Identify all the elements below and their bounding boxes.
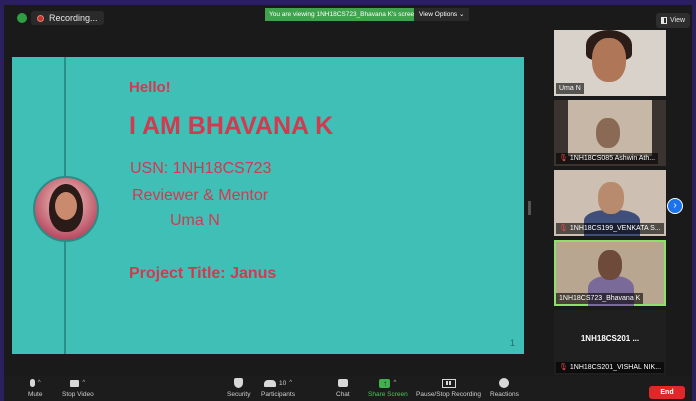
- share-screen-label: Share Screen: [368, 391, 408, 398]
- photo-face: [55, 192, 77, 220]
- meeting-toolbar: ^ Mute ^ Stop Video Security 10 ^ Partici…: [4, 376, 692, 401]
- participants-button[interactable]: 10 ^ Participants: [261, 377, 295, 401]
- chat-label: Chat: [336, 391, 350, 398]
- pause-stop-recording-label: Pause/Stop Recording: [416, 391, 482, 398]
- participant-name: 1NH18CS199_VENKATA S...: [569, 225, 661, 232]
- stop-video-button[interactable]: ^ Stop Video: [62, 377, 94, 401]
- shared-screen-slide: Hello! I AM BHAVANA K USN: 1NH18CS723 Re…: [12, 57, 524, 354]
- share-screen-icon: ↑: [379, 378, 391, 388]
- participant-name: Uma N: [559, 85, 581, 92]
- next-page-arrow-icon[interactable]: ›: [667, 198, 683, 214]
- encryption-shield-icon[interactable]: [17, 13, 27, 23]
- participant-name-label: Uma N: [556, 83, 584, 94]
- mic-muted-icon: 🎙: [559, 364, 568, 371]
- microphone-icon: [29, 379, 35, 387]
- recording-indicator[interactable]: Recording...: [31, 11, 104, 25]
- slide-mentor: Uma N: [170, 212, 220, 229]
- view-options-button[interactable]: View Options ⌄: [414, 8, 470, 21]
- participants-icon: [263, 379, 276, 387]
- participant-tile-bhavana-active-speaker[interactable]: 1NH18CS723_Bhavana K: [554, 240, 666, 306]
- viewing-screen-banner: You are viewing 1NH18CS723_Bhavana K's s…: [265, 8, 422, 21]
- end-meeting-button[interactable]: End: [649, 386, 685, 399]
- zoom-meeting-window: Recording... You are viewing 1NH18CS723_…: [4, 5, 692, 401]
- participants-label: Participants: [261, 391, 295, 398]
- mic-muted-icon: 🎙: [559, 155, 568, 162]
- pause-stop-recording-button[interactable]: Pause/Stop Recording: [416, 377, 481, 401]
- slide-greeting: Hello!: [129, 79, 171, 96]
- participant-tile-vishal[interactable]: 1NH18CS201 ... 🎙 1NH18CS201_VISHAL NIK..…: [554, 310, 666, 375]
- participant-name: 1NH18CS201_VISHAL NIK...: [569, 364, 662, 371]
- record-dot-icon: [37, 14, 44, 22]
- participant-tile-uma[interactable]: Uma N: [554, 30, 666, 96]
- reactions-button[interactable]: Reactions: [490, 377, 519, 401]
- participant-display-name: 1NH18CS201 ...: [580, 334, 640, 343]
- shield-icon: [234, 378, 244, 388]
- chevron-up-icon[interactable]: ^: [38, 380, 41, 386]
- stop-video-label: Stop Video: [62, 391, 94, 398]
- video-face: [592, 38, 626, 82]
- presenter-photo: [33, 176, 99, 242]
- chevron-up-icon[interactable]: ^: [393, 380, 396, 386]
- security-button[interactable]: Security: [227, 377, 250, 401]
- view-button[interactable]: View: [656, 13, 691, 28]
- panel-resize-handle[interactable]: [528, 201, 531, 215]
- chat-bubble-icon: [337, 379, 348, 387]
- slide-heading: I AM BHAVANA K: [129, 112, 334, 140]
- mic-muted-icon: 🎙: [559, 225, 568, 232]
- participant-name: 1NH18CS723_Bhavana K: [559, 295, 641, 302]
- recording-label: Recording...: [49, 13, 98, 23]
- pause-stop-icon: [441, 378, 456, 388]
- chevron-up-icon[interactable]: ^: [82, 380, 85, 386]
- share-screen-button[interactable]: ↑ ^ Share Screen: [368, 377, 408, 401]
- chevron-up-icon[interactable]: ^: [289, 380, 292, 386]
- participant-name-label: 🎙 1NH18CS201_VISHAL NIK...: [556, 362, 665, 373]
- video-camera-icon: [70, 379, 80, 387]
- layout-icon: [661, 17, 667, 24]
- video-face: [596, 118, 620, 148]
- slide-role: Reviewer & Mentor: [132, 187, 269, 204]
- security-label: Security: [227, 391, 251, 398]
- slide-page-number: 1: [510, 338, 516, 348]
- smiley-icon: [499, 378, 510, 388]
- reactions-label: Reactions: [490, 391, 519, 398]
- participant-name: 1NH18CS085 Ashwin Ath...: [569, 155, 656, 162]
- video-face: [598, 182, 624, 214]
- participant-name-label: 🎙 1NH18CS199_VENKATA S...: [556, 223, 664, 234]
- participant-name-label: 🎙 1NH18CS085 Ashwin Ath...: [556, 153, 659, 164]
- mute-label: Mute: [28, 391, 43, 398]
- video-face: [598, 250, 622, 280]
- slide-project-title: Project Title: Janus: [129, 265, 277, 282]
- participant-name-label: 1NH18CS723_Bhavana K: [556, 293, 644, 304]
- participant-tile-venkata[interactable]: 🎙 1NH18CS199_VENKATA S...: [554, 170, 666, 236]
- participant-tile-ashwin[interactable]: 🎙 1NH18CS085 Ashwin Ath...: [554, 100, 666, 166]
- view-button-label: View: [670, 17, 686, 24]
- participant-count: 10: [278, 379, 287, 387]
- chat-button[interactable]: Chat: [336, 377, 350, 401]
- slide-usn: USN: 1NH18CS723: [130, 160, 272, 177]
- mute-button[interactable]: ^ Mute: [28, 377, 42, 401]
